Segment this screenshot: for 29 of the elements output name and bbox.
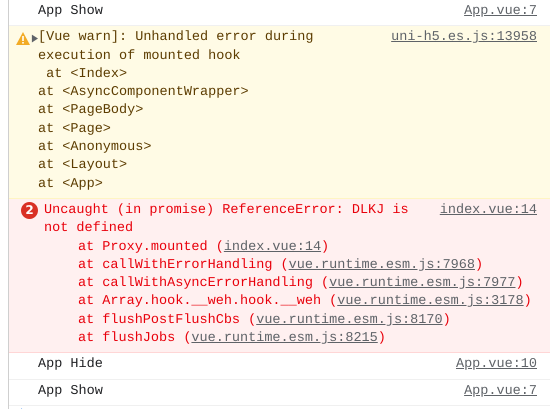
stack-link[interactable]: vue.runtime.esm.js:8170 [256, 312, 443, 328]
source-link[interactable]: App.vue:7 [464, 3, 537, 22]
message-text: App Hide [38, 357, 103, 372]
trace-line: at <Index> [45, 66, 128, 84]
stack-link[interactable]: vue.runtime.esm.js:8215 [191, 331, 378, 346]
stack-line: at callWithErrorHandling (vue.runtime.esm.js:7968) [77, 256, 484, 275]
source-link[interactable]: App.vue:7 [464, 382, 537, 401]
trace-line: at <PageBody> [38, 102, 144, 120]
stack-link[interactable]: vue.runtime.esm.js:7968 [288, 258, 475, 273]
stack-link[interactable]: vue.runtime.esm.js:3178 [337, 294, 524, 310]
source-link[interactable]: index.vue:14 [440, 202, 537, 220]
stack-link[interactable]: index.vue:14 [224, 240, 322, 255]
message-text: App Show [38, 384, 103, 399]
stack-line: at Proxy.mounted (index.vue:14) [77, 238, 330, 257]
trace-line: at <AsyncComponentWrapper> [38, 84, 250, 102]
stack-line: at callWithAsyncErrorHandling (vue.runtime.esm.js:7977) [77, 275, 525, 294]
message-text: App Show [38, 4, 103, 19]
stack-line: at flushPostFlushCbs (vue.runtime.esm.js:8170) [77, 312, 452, 330]
warning-icon [16, 32, 30, 45]
source-link[interactable]: App.vue:10 [456, 356, 537, 375]
stack-line: at flushJobs (vue.runtime.esm.js:8215) [77, 330, 387, 348]
stack-line: at Array.hook.__weh.hook.__weh (vue.runtime.esm.js:3178) [77, 293, 533, 312]
stack-link[interactable]: vue.runtime.esm.js:7977 [329, 276, 516, 292]
trace-line: at <Anonymous> [38, 139, 152, 158]
source-link[interactable]: uni-h5.es.js:13958 [391, 29, 537, 48]
trace-line: at <App> [38, 176, 104, 194]
trace-line: at <Page> [38, 120, 112, 139]
trace-line: at <Layout> [38, 157, 128, 176]
error-count-badge: 2 [21, 202, 38, 220]
